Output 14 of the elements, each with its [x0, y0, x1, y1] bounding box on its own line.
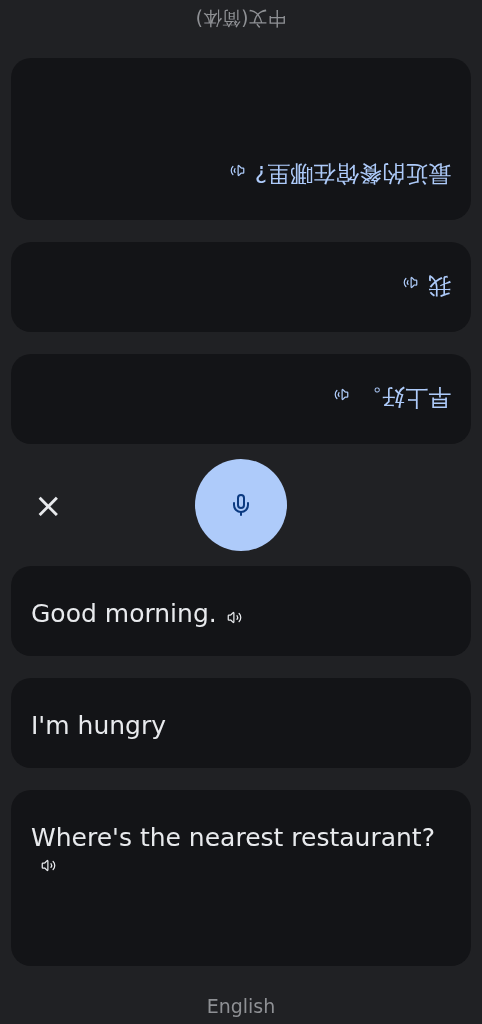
message-text: Where's the nearest restaurant?	[31, 823, 435, 852]
message-text: Good morning.	[31, 599, 217, 628]
close-button[interactable]: ×	[30, 488, 67, 522]
message-text: 早上好。	[359, 385, 451, 411]
message-text: 最近的餐馆在哪里?	[254, 161, 451, 187]
speaker-icon[interactable]	[334, 387, 349, 402]
message-text: I'm hungry	[31, 711, 167, 740]
speaker-icon[interactable]	[226, 610, 242, 625]
message-text: 我	[428, 273, 451, 299]
speaker-icon[interactable]	[403, 275, 418, 290]
speaker-icon[interactable]	[41, 858, 56, 873]
language-label[interactable]: English	[206, 995, 276, 1017]
speaker-icon[interactable]	[229, 163, 245, 178]
language-label[interactable]: 中文(简体)	[195, 5, 287, 31]
